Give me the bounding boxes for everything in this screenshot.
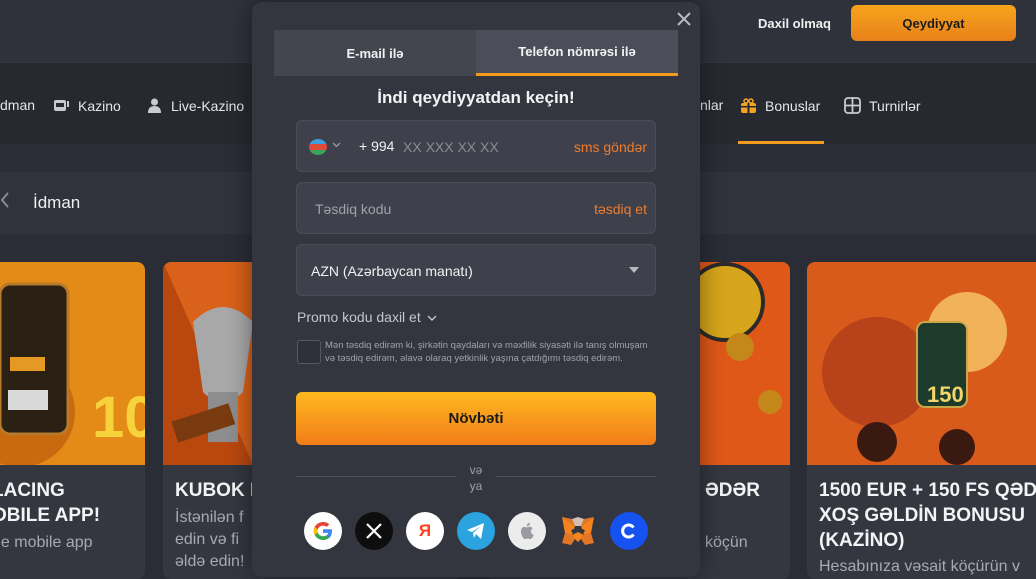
close-icon[interactable] [673,8,695,30]
confirmation-code-field: təsdiq et [296,182,656,234]
nav-item-label: nlar [700,97,724,113]
gift-icon [740,97,757,114]
or-divider: və ya [296,458,656,494]
nav-item-label: Kazino [78,97,121,114]
promo-card-desc: köçün [705,534,748,551]
svg-text:10: 10 [92,385,145,450]
promo-card[interactable]: 10 LACING OBILE APP! he mobile app [0,262,145,579]
dial-code: + 994 [359,138,395,154]
modal-heading: İndi qeydiyyatdan keçin! [377,88,575,107]
tournament-icon [844,97,861,114]
dealer-icon [146,97,163,114]
currency-value: AZN (Azərbaycan manatı) [311,263,473,279]
terms-text: Mən təsdiq edirəm ki, şirkətin qaydaları… [325,340,648,364]
caret-down-icon [629,267,639,273]
divider-line [496,476,656,477]
phone-input[interactable] [403,133,553,161]
section-title: İdman [33,193,81,212]
promo-card-title: LACING OBILE APP! [0,480,101,526]
or-label: və ya [469,463,483,493]
promo-card[interactable]: 150 1500 EUR + 150 FS QƏDƏ XOŞ GƏLDİN BO… [807,262,1036,579]
tab-phone[interactable]: Telefon nömrəsi ilə [476,30,678,76]
slot-machine-icon [53,97,70,114]
registration-modal: E-mail ilə Telefon nömrəsi ilə İndi qeyd… [252,2,700,577]
metamask-icon[interactable] [559,512,597,550]
next-button[interactable]: Növbəti [296,392,656,445]
promo-card-title: KUBOK K [175,480,264,501]
nav-item-label: dman [0,97,36,113]
promo-card-desc: Hesabınıza vəsait köçürün v [819,558,1020,575]
confirm-code-button[interactable]: təsdiq et [594,201,647,217]
nav-item-label: Turnirlər [869,97,921,114]
send-sms-button[interactable]: sms göndər [574,139,647,155]
nav-item-casino[interactable]: Kazino [53,97,121,114]
chevron-down-icon [427,309,437,325]
tab-email[interactable]: E-mail ilə [274,30,476,76]
promo-card-title: ƏDƏR [705,480,761,501]
x-icon[interactable] [355,512,393,550]
chevron-left-icon[interactable] [0,190,14,212]
register-button[interactable]: Qeydiyyat [851,5,1016,41]
social-login-row: Я [304,512,654,552]
registration-tabs: E-mail ilə Telefon nömrəsi ilə [274,30,678,76]
nav-item-partial[interactable]: nlar [700,97,723,113]
nav-item-label: Bonuslar [765,97,821,114]
currency-select[interactable]: AZN (Azərbaycan manatı) [296,244,656,296]
phone-field: + 994 sms göndər [296,120,656,172]
telegram-icon[interactable] [457,512,495,550]
apple-icon[interactable] [508,512,546,550]
promo-code-label: Promo kodu daxil et [297,309,421,325]
terms-checkbox[interactable] [297,340,321,364]
nav-item-live-casino[interactable]: Live-Kazino [146,97,244,114]
promo-card-desc: İstənilən f edin və fi əldə edin! [175,509,245,570]
nav-item-sports[interactable]: dman [0,97,35,113]
google-icon[interactable] [304,512,342,550]
promo-code-toggle[interactable]: Promo kodu daxil et [297,309,437,325]
divider-line [296,476,456,477]
svg-text:150: 150 [927,382,964,407]
nav-item-bonuses[interactable]: Bonuslar [740,97,820,114]
promo-card-image: 150 [807,262,1036,465]
yandex-icon[interactable]: Я [406,512,444,550]
nav-item-label: Live-Kazino [171,97,245,114]
promo-card-title: 1500 EUR + 150 FS QƏDƏ XOŞ GƏLDİN BONUSU… [819,480,1036,551]
login-link[interactable]: Daxil olmaq [758,16,831,31]
nav-item-tournaments[interactable]: Turnirlər [844,97,921,114]
confirmation-code-input[interactable] [315,195,555,223]
promo-card-desc: he mobile app [0,534,93,551]
coinbase-icon[interactable] [610,512,648,550]
promo-card-image: 10 [0,262,145,467]
chevron-down-icon[interactable] [332,140,341,150]
azerbaijan-flag-icon[interactable] [309,139,327,155]
